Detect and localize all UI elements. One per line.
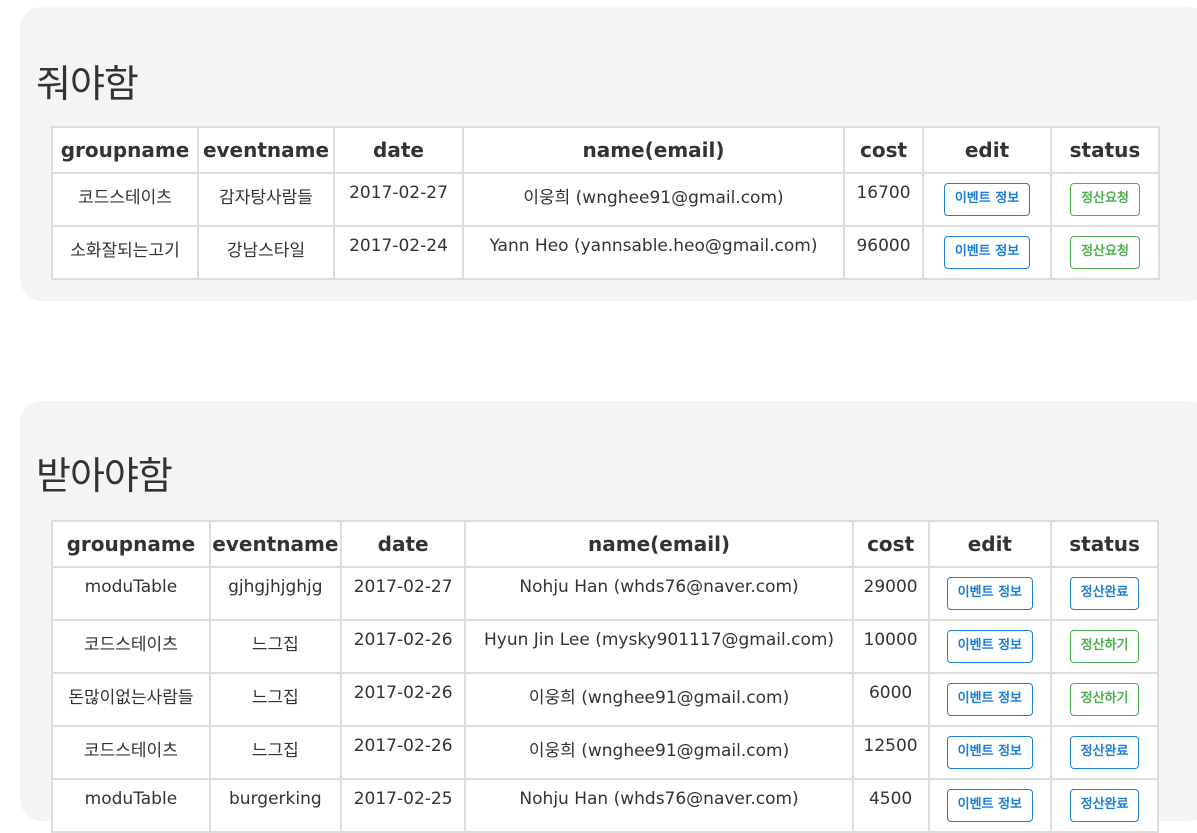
edit-cell: 이벤트 정보 <box>922 225 1052 280</box>
table-header-row: groupname eventname date name(email) cos… <box>51 126 1160 174</box>
event-info-button[interactable]: 이벤트 정보 <box>943 183 1031 216</box>
status-cell: 정산완료 <box>1050 778 1159 833</box>
cost-cell: 29000 <box>851 566 930 621</box>
table-row: 돈많이없는사람들 느그집 2017-02-26 이웅희 (wnghee91@gm… <box>51 672 1159 727</box>
name-email-cell: Nohju Han (whds76@naver.com) <box>464 566 854 621</box>
receive-events-table: groupname eventname date name(email) cos… <box>51 520 1159 833</box>
edit-cell: 이벤트 정보 <box>927 672 1053 727</box>
table-row: 코드스테이츠 느그집 2017-02-26 이웅희 (wnghee91@gmai… <box>51 725 1159 780</box>
col-edit: edit <box>922 126 1052 174</box>
groupname-cell: 코드스테이츠 <box>51 172 199 227</box>
receive-section: 받아야함 groupname eventname date name(email… <box>20 401 1197 833</box>
col-date: date <box>339 520 467 568</box>
pay-section-title: 줘야함 <box>36 62 139 106</box>
settle-request-button[interactable]: 정산요청 <box>1070 183 1140 216</box>
status-cell: 정산요청 <box>1050 225 1160 280</box>
edit-cell: 이벤트 정보 <box>927 619 1053 674</box>
pay-events-table: groupname eventname date name(email) cos… <box>51 126 1160 280</box>
event-info-button[interactable]: 이벤트 정보 <box>946 630 1033 663</box>
settle-button[interactable]: 정산하기 <box>1069 683 1140 716</box>
settle-complete-button[interactable]: 정산완료 <box>1069 789 1140 822</box>
eventname-cell: 강남스타일 <box>197 225 335 280</box>
col-cost: cost <box>851 520 930 568</box>
groupname-cell: moduTable <box>51 778 211 833</box>
edit-cell: 이벤트 정보 <box>927 778 1053 833</box>
table-row: moduTable burgerking 2017-02-25 Nohju Ha… <box>51 778 1159 833</box>
cost-cell: 4500 <box>851 778 930 833</box>
event-info-button[interactable]: 이벤트 정보 <box>943 236 1031 269</box>
edit-cell: 이벤트 정보 <box>922 172 1052 227</box>
settle-request-button[interactable]: 정산요청 <box>1070 236 1140 269</box>
date-cell: 2017-02-26 <box>339 619 467 674</box>
eventname-cell: burgerking <box>208 778 342 833</box>
cost-cell: 6000 <box>851 672 930 727</box>
col-name-email: name(email) <box>462 126 845 174</box>
status-cell: 정산완료 <box>1050 566 1159 621</box>
date-cell: 2017-02-26 <box>339 725 467 780</box>
col-groupname: groupname <box>51 520 211 568</box>
eventname-cell: 감자탕사람들 <box>197 172 335 227</box>
edit-cell: 이벤트 정보 <box>927 566 1053 621</box>
eventname-cell: 느그집 <box>208 672 342 727</box>
name-email-cell: Nohju Han (whds76@naver.com) <box>464 778 854 833</box>
col-edit: edit <box>927 520 1053 568</box>
table-row: 코드스테이츠 느그집 2017-02-26 Hyun Jin Lee (mysk… <box>51 619 1159 674</box>
col-groupname: groupname <box>51 126 199 174</box>
date-cell: 2017-02-25 <box>339 778 467 833</box>
date-cell: 2017-02-27 <box>333 172 464 227</box>
receive-section-title: 받아야함 <box>36 454 173 498</box>
status-cell: 정산하기 <box>1050 672 1159 727</box>
col-cost: cost <box>843 126 924 174</box>
eventname-cell: 느그집 <box>208 725 342 780</box>
col-date: date <box>333 126 464 174</box>
col-eventname: eventname <box>197 126 335 174</box>
groupname-cell: moduTable <box>51 566 211 621</box>
name-email-cell: 이웅희 (wnghee91@gmail.com) <box>462 172 845 227</box>
table-row: 소화잘되는고기 강남스타일 2017-02-24 Yann Heo (yanns… <box>51 225 1160 280</box>
edit-cell: 이벤트 정보 <box>927 725 1053 780</box>
cost-cell: 96000 <box>843 225 924 280</box>
date-cell: 2017-02-27 <box>339 566 467 621</box>
settle-complete-button[interactable]: 정산완료 <box>1069 577 1140 610</box>
pay-section: 줘야함 groupname eventname date name(email)… <box>20 7 1197 301</box>
groupname-cell: 돈많이없는사람들 <box>51 672 211 727</box>
eventname-cell: gjhgjhjghjg <box>208 566 342 621</box>
groupname-cell: 소화잘되는고기 <box>51 225 199 280</box>
event-info-button[interactable]: 이벤트 정보 <box>946 736 1033 769</box>
eventname-cell: 느그집 <box>208 619 342 674</box>
status-cell: 정산하기 <box>1050 619 1159 674</box>
date-cell: 2017-02-24 <box>333 225 464 280</box>
groupname-cell: 코드스테이츠 <box>51 619 211 674</box>
event-info-button[interactable]: 이벤트 정보 <box>946 577 1033 610</box>
status-cell: 정산요청 <box>1050 172 1160 227</box>
cost-cell: 12500 <box>851 725 930 780</box>
col-name-email: name(email) <box>464 520 854 568</box>
cost-cell: 16700 <box>843 172 924 227</box>
col-status: status <box>1050 126 1160 174</box>
groupname-cell: 코드스테이츠 <box>51 725 211 780</box>
name-email-cell: Hyun Jin Lee (mysky901117@gmail.com) <box>464 619 854 674</box>
col-eventname: eventname <box>208 520 342 568</box>
cost-cell: 10000 <box>851 619 930 674</box>
table-row: moduTable gjhgjhjghjg 2017-02-27 Nohju H… <box>51 566 1159 621</box>
name-email-cell: Yann Heo (yannsable.heo@gmail.com) <box>462 225 845 280</box>
name-email-cell: 이웅희 (wnghee91@gmail.com) <box>464 672 854 727</box>
table-row: 코드스테이츠 감자탕사람들 2017-02-27 이웅희 (wnghee91@g… <box>51 172 1160 227</box>
col-status: status <box>1050 520 1159 568</box>
table-header-row: groupname eventname date name(email) cos… <box>51 520 1159 568</box>
status-cell: 정산완료 <box>1050 725 1159 780</box>
name-email-cell: 이웅희 (wnghee91@gmail.com) <box>464 725 854 780</box>
event-info-button[interactable]: 이벤트 정보 <box>946 683 1033 716</box>
settle-button[interactable]: 정산하기 <box>1069 630 1140 663</box>
date-cell: 2017-02-26 <box>339 672 467 727</box>
event-info-button[interactable]: 이벤트 정보 <box>946 789 1033 822</box>
settle-complete-button[interactable]: 정산완료 <box>1069 736 1140 769</box>
